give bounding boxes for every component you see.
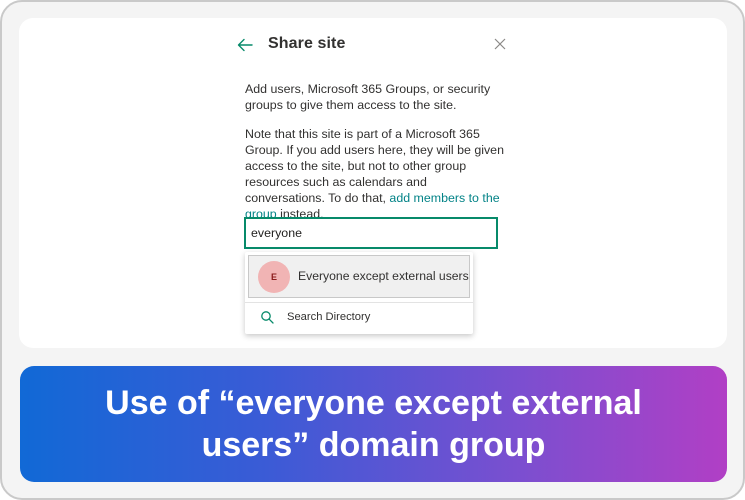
suggestion-everyone-except-external[interactable]: E Everyone except external users [248,255,470,298]
caption-banner: Use of “everyone except external users” … [20,366,727,482]
search-input-value: everyone [251,226,302,240]
panel-title: Share site [268,35,346,52]
suggestions-dropdown: E Everyone except external users Search … [245,252,473,334]
back-arrow-icon[interactable] [236,36,254,54]
search-icon [261,311,274,324]
note-text: Note that this site is part of a Microso… [245,126,507,222]
avatar: E [258,261,290,293]
close-icon[interactable] [494,38,506,50]
caption-text: Use of “everyone except external users” … [105,384,642,464]
intro-text: Add users, Microsoft 365 Groups, or secu… [245,82,491,112]
people-search-input[interactable]: everyone [244,217,498,249]
suggestion-label: Everyone except external users [298,269,469,283]
search-directory-button[interactable]: Search Directory [245,303,473,333]
panel-header: Share site [236,35,506,58]
search-directory-label: Search Directory [287,311,371,323]
